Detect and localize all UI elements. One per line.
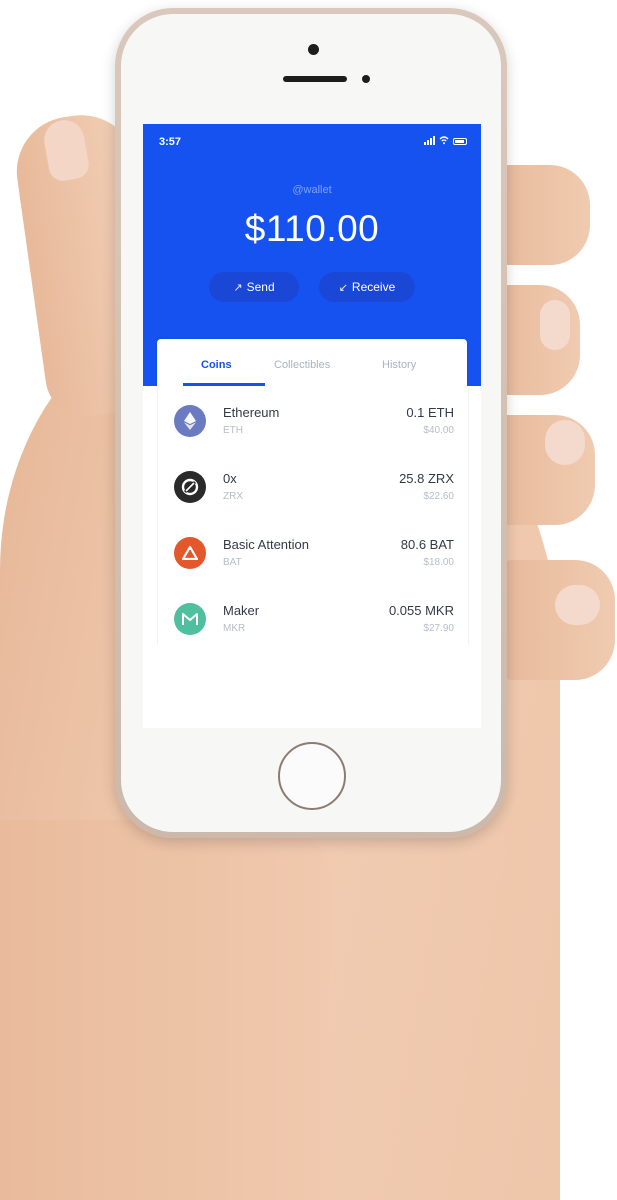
coin-symbol: BAT xyxy=(223,557,242,568)
battery-icon xyxy=(453,138,467,145)
signal-icon xyxy=(424,136,435,145)
finger-nail xyxy=(555,585,600,625)
hand-wrist xyxy=(0,820,330,1200)
active-tab-indicator xyxy=(183,383,265,386)
coin-amount: 25.8 ZRX xyxy=(399,471,454,486)
coin-name: 0x xyxy=(223,471,237,486)
coin-row-ethereum[interactable]: Ethereum ETH 0.1 ETH $40.00 xyxy=(158,387,468,453)
coin-symbol: MKR xyxy=(223,623,246,634)
receive-button[interactable]: ↙ Receive xyxy=(319,272,415,302)
coin-name: Basic Attention xyxy=(223,537,309,552)
tab-history[interactable]: History xyxy=(382,359,416,371)
wallet-tabs: Coins Collectibles History xyxy=(157,339,467,387)
coin-row-0x[interactable]: 0x ZRX 25.8 ZRX $22.60 xyxy=(158,453,468,519)
finger-nail xyxy=(540,300,570,350)
arrow-up-right-icon: ↗ xyxy=(233,281,243,294)
tab-collectibles[interactable]: Collectibles xyxy=(274,359,330,371)
finger-nail xyxy=(545,420,585,465)
coin-amount: 0.1 ETH xyxy=(406,405,454,420)
coin-amount: 80.6 BAT xyxy=(400,537,454,552)
earpiece-speaker xyxy=(283,76,347,82)
maker-icon xyxy=(174,603,206,635)
arrow-down-left-icon: ↙ xyxy=(338,281,348,294)
coin-list: Ethereum ETH 0.1 ETH $40.00 0x ZRX 25.8 … xyxy=(157,387,469,645)
proximity-sensor xyxy=(362,75,370,83)
coin-amount: 0.055 MKR xyxy=(388,603,454,618)
coin-symbol: ZRX xyxy=(223,491,243,502)
coin-value: $40.00 xyxy=(423,425,454,436)
coin-row-maker[interactable]: Maker MKR 0.055 MKR $27.90 xyxy=(158,585,468,651)
tab-coins[interactable]: Coins xyxy=(201,359,232,371)
wallet-username: @wallet xyxy=(292,184,332,196)
phone-screen: 3:57 @wallet $110.00 ↗ Send ↙ Receive Co… xyxy=(143,124,481,728)
coin-row-basic-attention[interactable]: Basic Attention BAT 80.6 BAT $18.00 xyxy=(158,519,468,585)
send-button[interactable]: ↗ Send xyxy=(209,272,299,302)
ethereum-icon xyxy=(174,405,206,437)
receive-label: Receive xyxy=(351,280,396,294)
status-icons xyxy=(424,135,467,145)
home-button[interactable] xyxy=(278,742,346,810)
wifi-icon xyxy=(439,136,449,145)
coin-symbol: ETH xyxy=(223,425,243,436)
bat-icon xyxy=(174,537,206,569)
send-label: Send xyxy=(246,280,275,294)
coin-name: Maker xyxy=(223,603,260,618)
zrx-icon xyxy=(174,471,206,503)
front-camera xyxy=(308,44,319,55)
coin-value: $18.00 xyxy=(423,557,454,568)
coin-value: $27.90 xyxy=(423,623,454,634)
coin-value: $22.60 xyxy=(423,491,454,502)
wallet-balance: $110.00 xyxy=(244,208,380,249)
coin-name: Ethereum xyxy=(223,405,280,420)
status-time: 3:57 xyxy=(159,136,182,148)
